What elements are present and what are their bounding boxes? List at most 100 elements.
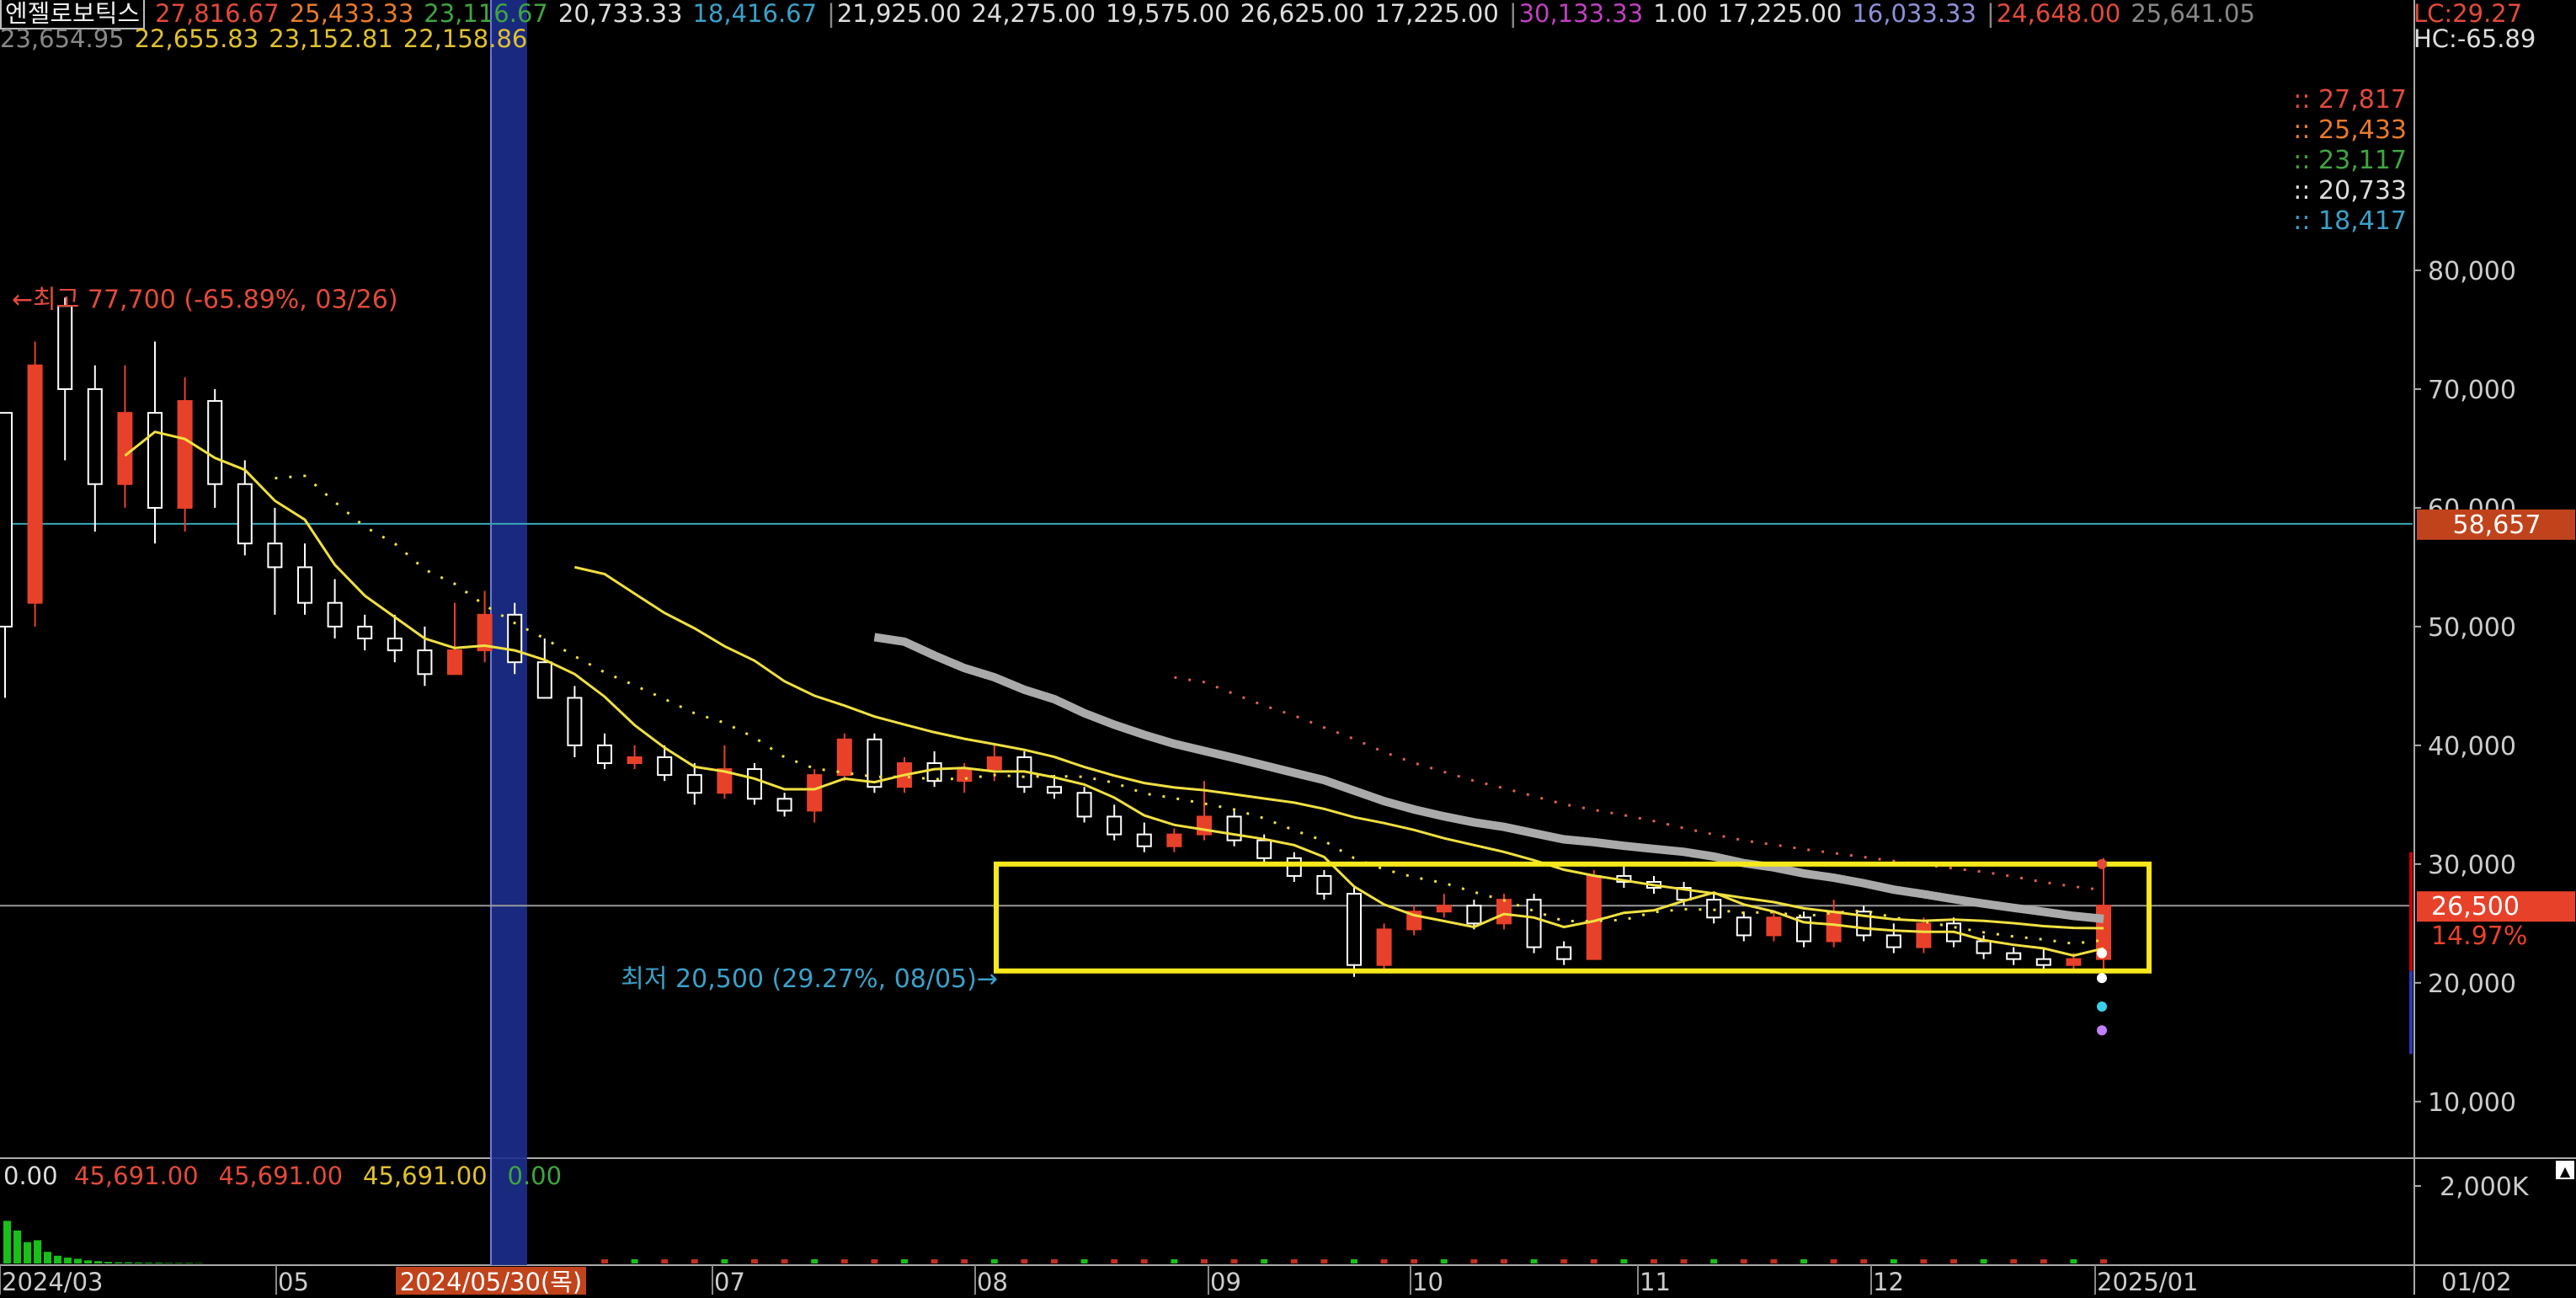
candle-body bbox=[388, 638, 402, 650]
volume-bar bbox=[1351, 1259, 1357, 1263]
right-axis-date-label: 01/02 bbox=[2441, 1268, 2512, 1295]
volume-bar bbox=[1381, 1259, 1388, 1263]
date-tick-label: 08 bbox=[977, 1268, 1008, 1295]
ma-legend-value: 19,575.00 bbox=[1106, 0, 1230, 28]
volume-bar bbox=[1831, 1259, 1837, 1263]
candle-body bbox=[538, 662, 552, 697]
volume-bar bbox=[13, 1231, 21, 1263]
legend-separator: | bbox=[827, 0, 835, 28]
volume-bar bbox=[1470, 1259, 1477, 1263]
volume-bar bbox=[1860, 1259, 1867, 1263]
volume-bar bbox=[104, 1262, 112, 1263]
ma-level-label: :: 27,817 bbox=[2293, 85, 2407, 115]
volume-bar bbox=[1171, 1259, 1177, 1263]
candle-body bbox=[628, 757, 642, 763]
candle-body bbox=[988, 757, 1001, 769]
volume-bar bbox=[601, 1259, 608, 1263]
volume-legend-value: 45,691.00 bbox=[363, 1162, 488, 1190]
ma-legend-value: 24,275.00 bbox=[971, 0, 1096, 28]
legend-separator: | bbox=[1987, 0, 1995, 28]
ma-legend-value: 21,925.00 bbox=[837, 0, 962, 28]
y-tick-label: 30,000 bbox=[2428, 851, 2516, 880]
volume-bar bbox=[2100, 1259, 2107, 1263]
volume-bar bbox=[24, 1242, 31, 1263]
candle-body bbox=[1887, 935, 1901, 947]
date-tick-label: 05 bbox=[278, 1268, 309, 1295]
ma-level-label: :: 25,433 bbox=[2293, 115, 2407, 145]
candle-body bbox=[88, 389, 102, 484]
candle-body bbox=[1167, 835, 1181, 847]
date-tick-label: 09 bbox=[1210, 1268, 1241, 1295]
ma-legend-value: 20,733.33 bbox=[558, 0, 683, 28]
price-tag-label: 58,657 bbox=[2453, 510, 2541, 540]
volume-legend-value: 0.00 bbox=[508, 1162, 563, 1190]
volume-bar bbox=[34, 1240, 41, 1263]
volume-legend-value: 45,691.00 bbox=[74, 1162, 199, 1190]
y-tick-label: 20,000 bbox=[2428, 969, 2516, 999]
candle-body bbox=[2067, 959, 2080, 965]
ma-legend-value: 16,033.33 bbox=[1852, 0, 1976, 28]
ma-line-red-dotted bbox=[1174, 677, 2104, 889]
volume-bar bbox=[1531, 1259, 1538, 1263]
current-change-label: 14.97% bbox=[2431, 921, 2527, 951]
candle-body bbox=[1347, 894, 1361, 965]
candle-body bbox=[1138, 835, 1151, 847]
selected-date-label: 2024/05/30(목) bbox=[400, 1268, 582, 1295]
volume-bar bbox=[721, 1259, 728, 1263]
chart-canvas[interactable]: 10,00020,00030,00040,00050,00060,00070,0… bbox=[0, 0, 2576, 1295]
candle-body bbox=[598, 745, 611, 763]
volume-bar bbox=[1920, 1259, 1927, 1263]
caret-up-icon: ▲ bbox=[2560, 1163, 2571, 1179]
indicator-legend-value: 23,654.95 bbox=[0, 24, 125, 53]
volume-bar bbox=[901, 1259, 908, 1263]
ma-level-label: :: 20,733 bbox=[2293, 176, 2407, 206]
volume-bar bbox=[1081, 1259, 1088, 1263]
volume-bar bbox=[1591, 1259, 1597, 1263]
volume-bar bbox=[751, 1259, 758, 1263]
candle-body bbox=[1528, 900, 1541, 947]
volume-bar bbox=[1560, 1259, 1567, 1263]
volume-bar bbox=[1261, 1259, 1267, 1263]
ma-legend-value: 25,641.05 bbox=[2131, 0, 2255, 28]
date-tick-label: 11 bbox=[1640, 1268, 1671, 1295]
low-annotation: 최저 20,500 (29.27%, 08/05)→ bbox=[621, 964, 998, 994]
y-tick-label: 10,000 bbox=[2428, 1088, 2516, 1118]
date-tick-label: 10 bbox=[1412, 1268, 1443, 1295]
volume-bar bbox=[1800, 1259, 1807, 1263]
ma-legend-value: 30,133.33 bbox=[1519, 0, 1644, 28]
ma-legend-value: 18,416.67 bbox=[692, 0, 817, 28]
high-annotation: ←최고 77,700 (-65.89%, 03/26) bbox=[12, 285, 398, 314]
candle-body bbox=[928, 763, 941, 781]
indicator-legend-value: 22,655.83 bbox=[135, 24, 259, 53]
volume-bar bbox=[2040, 1259, 2047, 1263]
candle-body bbox=[58, 306, 72, 389]
stock-chart[interactable]: 10,00020,00030,00040,00050,00060,00070,0… bbox=[0, 0, 2576, 1295]
candle-body bbox=[1557, 948, 1571, 959]
candle-body bbox=[1977, 941, 1991, 953]
candle-body bbox=[2007, 953, 2020, 959]
candle-body bbox=[2037, 959, 2051, 965]
ma-level-label: :: 18,417 bbox=[2293, 206, 2407, 236]
candle-body bbox=[418, 650, 431, 674]
candle-body bbox=[298, 567, 312, 602]
volume-bar bbox=[1770, 1259, 1777, 1263]
date-tick-label: 07 bbox=[714, 1268, 745, 1295]
candle-body bbox=[148, 413, 162, 508]
candle-body bbox=[1048, 787, 1061, 793]
lc-label: LC:29.27 bbox=[2413, 0, 2522, 27]
highlight-box bbox=[996, 864, 2149, 971]
volume-bar bbox=[1051, 1259, 1058, 1263]
volume-bar bbox=[1681, 1259, 1688, 1263]
ma-legend-value: 17,225.00 bbox=[1718, 0, 1843, 28]
candle-body bbox=[118, 413, 131, 484]
candle-body bbox=[29, 366, 42, 603]
candle-body bbox=[957, 769, 971, 781]
y-tick-label: 70,000 bbox=[2428, 376, 2516, 405]
y-tick-label: 50,000 bbox=[2428, 613, 2516, 643]
indicator-legend-value: 22,158.86 bbox=[403, 24, 528, 53]
candle-body bbox=[1257, 841, 1271, 858]
candle-body bbox=[1078, 793, 1091, 816]
volume-bar bbox=[991, 1259, 998, 1263]
forecast-dot bbox=[2097, 1002, 2107, 1012]
volume-bar bbox=[2070, 1259, 2077, 1263]
